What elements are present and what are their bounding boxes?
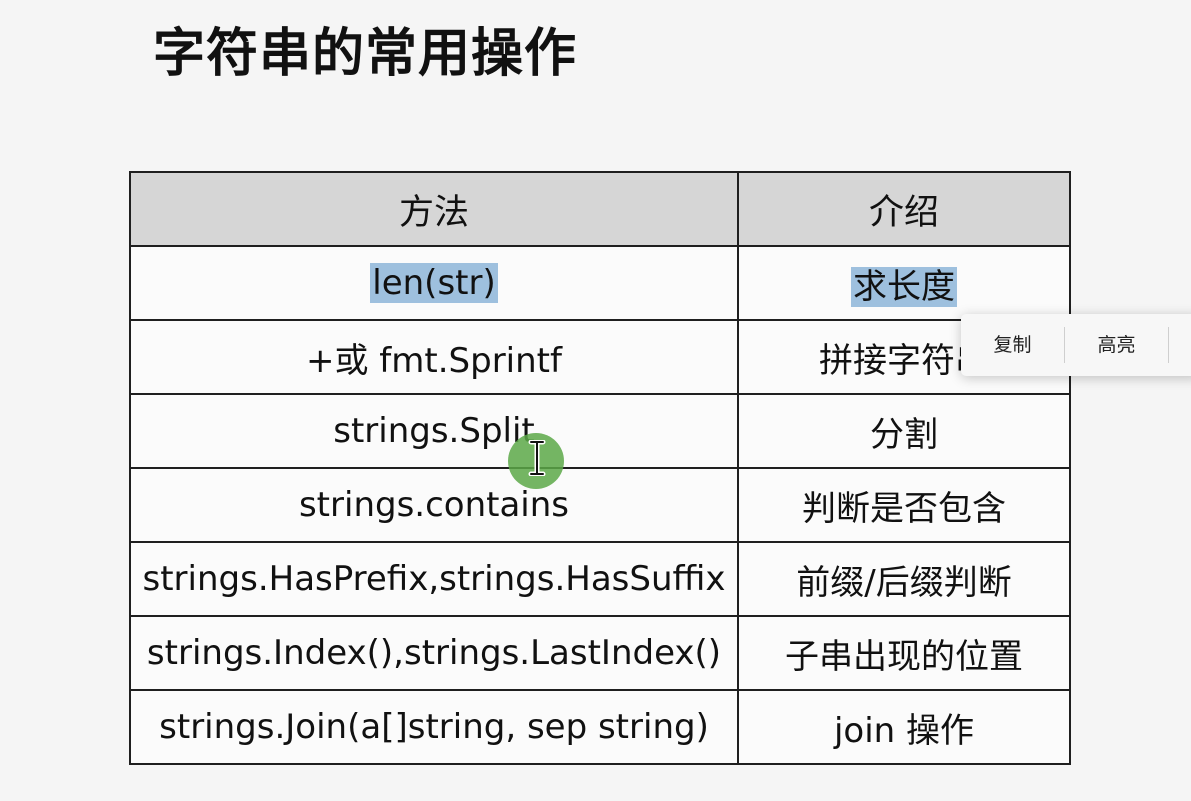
- copy-menu-item[interactable]: 复制: [961, 314, 1064, 376]
- table-row: strings.contains 判断是否包含: [129, 467, 1071, 543]
- page-title: 字符串的常用操作: [153, 24, 578, 84]
- method-cell[interactable]: +或 fmt.Sprintf: [129, 319, 739, 395]
- method-cell[interactable]: strings.contains: [129, 467, 739, 543]
- desc-cell[interactable]: join 操作: [737, 689, 1071, 765]
- menu-divider: [1168, 327, 1169, 363]
- table-row: +或 fmt.Sprintf 拼接字符串: [129, 319, 1071, 395]
- method-cell[interactable]: strings.Index(),strings.LastIndex(): [129, 615, 739, 691]
- method-cell[interactable]: strings.HasPrefix,strings.HasSuffix: [129, 541, 739, 617]
- desc-cell[interactable]: 求长度: [737, 245, 1071, 321]
- selection-context-menu: 复制 高亮: [961, 314, 1191, 376]
- table-header-row: 方法 介绍: [129, 171, 1071, 247]
- method-cell[interactable]: strings.Join(a[]string, sep string): [129, 689, 739, 765]
- desc-cell[interactable]: 前缀/后缀判断: [737, 541, 1071, 617]
- desc-cell[interactable]: 分割: [737, 393, 1071, 469]
- table-row: strings.HasPrefix,strings.HasSuffix 前缀/后…: [129, 541, 1071, 617]
- desc-cell[interactable]: 子串出现的位置: [737, 615, 1071, 691]
- table-row: strings.Split 分割: [129, 393, 1071, 469]
- desc-cell[interactable]: 判断是否包含: [737, 467, 1071, 543]
- selected-text[interactable]: 求长度: [851, 266, 957, 307]
- method-cell[interactable]: len(str): [129, 245, 739, 321]
- methods-table: 方法 介绍 len(str) 求长度 +或 fmt.Sprintf 拼接字符串 …: [129, 171, 1071, 765]
- table-row: strings.Index(),strings.LastIndex() 子串出现…: [129, 615, 1071, 691]
- table-row: strings.Join(a[]string, sep string) join…: [129, 689, 1071, 765]
- table-row: len(str) 求长度: [129, 245, 1071, 321]
- header-desc: 介绍: [737, 171, 1071, 247]
- highlight-menu-item[interactable]: 高亮: [1065, 314, 1168, 376]
- header-method: 方法: [129, 171, 739, 247]
- selected-text[interactable]: len(str): [370, 263, 498, 303]
- method-cell[interactable]: strings.Split: [129, 393, 739, 469]
